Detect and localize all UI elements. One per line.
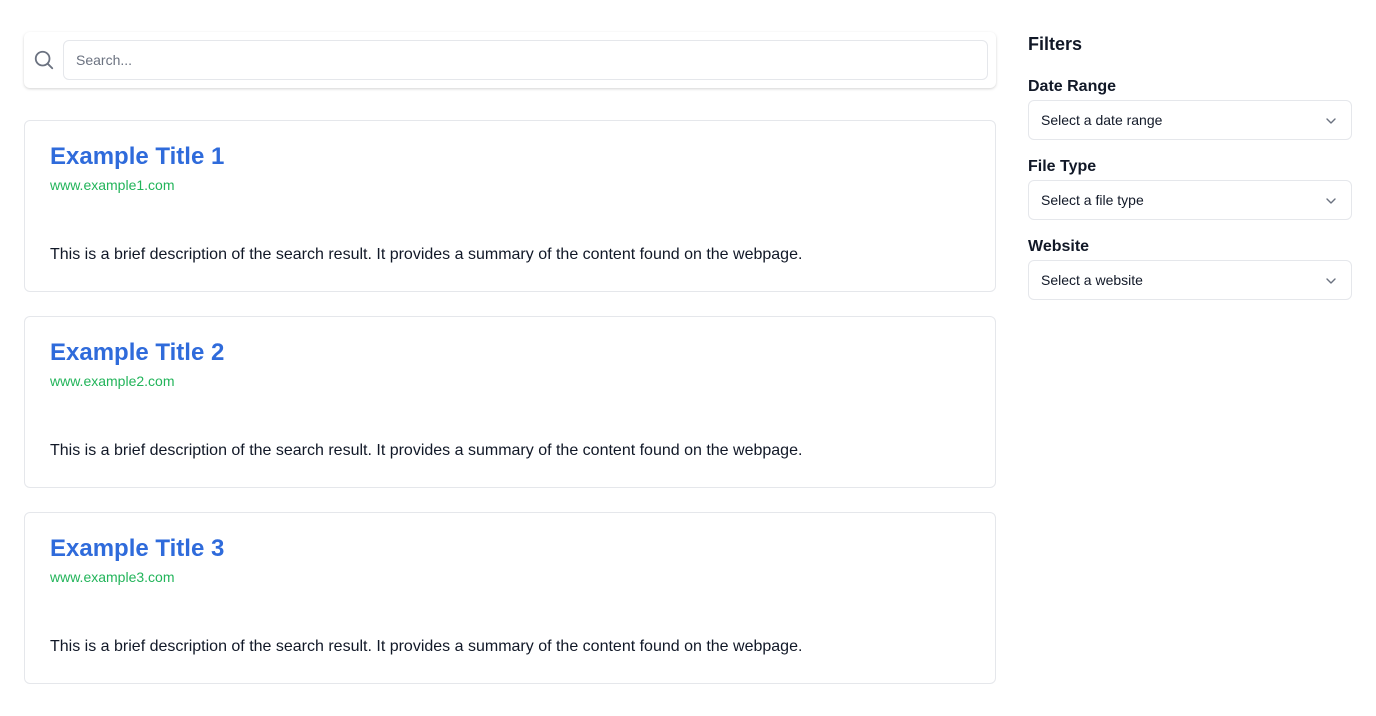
website-label: Website	[1028, 238, 1090, 255]
result-description: This is a brief description of the searc…	[50, 246, 803, 263]
file-type-select-value: Select a file type	[1041, 192, 1144, 208]
file-type-select[interactable]: Select a file type	[1028, 180, 1352, 220]
result-title-link[interactable]: Example Title 3	[50, 535, 224, 563]
result-description: This is a brief description of the searc…	[50, 442, 803, 459]
date-range-select[interactable]: Select a date range	[1028, 100, 1352, 140]
search-bar	[24, 32, 996, 88]
result-url: www.example1.com	[50, 177, 175, 193]
date-range-select-value: Select a date range	[1041, 112, 1163, 128]
result-url: www.example2.com	[50, 373, 175, 389]
search-icon[interactable]	[33, 49, 55, 71]
result-title-link[interactable]: Example Title 1	[50, 143, 224, 171]
result-card: Example Title 1 www.example1.com This is…	[24, 120, 996, 292]
result-url: www.example3.com	[50, 569, 175, 585]
result-title-link[interactable]: Example Title 2	[50, 339, 224, 367]
search-page: Example Title 1 www.example1.com This is…	[0, 0, 1376, 716]
chevron-down-icon	[1326, 118, 1336, 124]
website-select[interactable]: Select a website	[1028, 260, 1352, 300]
website-select-value: Select a website	[1041, 272, 1143, 288]
date-range-label: Date Range	[1028, 78, 1117, 95]
result-card: Example Title 2 www.example2.com This is…	[24, 316, 996, 488]
search-input[interactable]	[63, 40, 988, 80]
result-description: This is a brief description of the searc…	[50, 638, 803, 655]
chevron-down-icon	[1326, 198, 1336, 204]
result-card: Example Title 3 www.example3.com This is…	[24, 512, 996, 684]
chevron-down-icon	[1326, 278, 1336, 284]
filters-heading: Filters	[1028, 34, 1083, 54]
file-type-label: File Type	[1028, 158, 1097, 175]
